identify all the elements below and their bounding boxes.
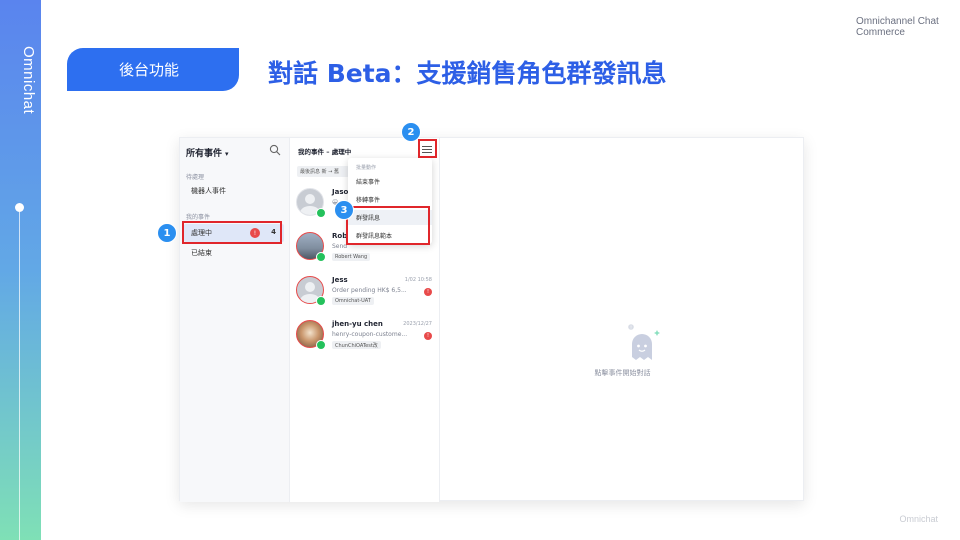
progress-dot bbox=[15, 203, 24, 212]
ghost-illustration-icon: ! bbox=[628, 324, 660, 360]
empty-state-text: 點擊事件開始對話 bbox=[594, 369, 651, 377]
conversation-name: Jess bbox=[332, 276, 348, 284]
assignee-tag: ChunChiOATest改 bbox=[332, 341, 381, 349]
brand-sidebar: Omnichat bbox=[0, 0, 41, 540]
menu-header: 批量動作 bbox=[356, 165, 377, 171]
list-item[interactable]: Jess 1/02 10:58 Order pending HK$ 6,5...… bbox=[294, 272, 436, 316]
alert-badge: ! bbox=[424, 288, 432, 296]
progress-line bbox=[19, 212, 20, 540]
event-sidebar: 所有事件 ▾ 待處理 機器人事件 我的事件 處理中 ! 4 已結束 bbox=[180, 138, 290, 502]
line-channel-icon bbox=[316, 252, 326, 262]
menu-item-transfer-event[interactable]: 移轉事件 bbox=[348, 192, 432, 207]
chat-empty-state: ! 點擊事件開始對話 bbox=[440, 138, 805, 502]
footer-brand: Omnichat bbox=[899, 514, 938, 524]
assignee-tag: Omnichat-UAT bbox=[332, 297, 374, 305]
step-marker-3: 3 bbox=[334, 200, 354, 220]
highlight-broadcast-items bbox=[346, 206, 430, 245]
line-channel-icon bbox=[316, 340, 326, 350]
chevron-down-icon: ▾ bbox=[225, 150, 229, 158]
page-title: 對話 Beta：支援銷售角色群發訊息 bbox=[268, 59, 667, 88]
line-channel-icon bbox=[316, 296, 326, 306]
search-icon[interactable] bbox=[269, 144, 281, 156]
conversation-name: jhen-yu chen bbox=[332, 320, 383, 328]
list-item[interactable]: jhen-yu chen 2023/12/27 henry-coupon-cus… bbox=[294, 316, 436, 360]
conversation-name: Jaso bbox=[332, 188, 349, 196]
highlight-in-progress bbox=[182, 221, 282, 244]
sidebar-item-bot-events[interactable]: 機器人事件 bbox=[184, 182, 284, 200]
omnichat-logo: Omnichat bbox=[20, 46, 37, 115]
menu-item-close-event[interactable]: 結束事件 bbox=[348, 174, 432, 189]
step-marker-1: 1 bbox=[157, 223, 177, 243]
conversation-time: 2023/12/27 bbox=[403, 321, 432, 327]
conversation-preview: henry-coupon-custome... bbox=[332, 331, 408, 338]
sort-chip[interactable]: 最後訊息 新 → 舊 bbox=[297, 166, 349, 177]
conversation-preview: Order pending HK$ 6,5... bbox=[332, 287, 407, 294]
event-filter-label: 所有事件 bbox=[186, 149, 223, 159]
alert-badge: ! bbox=[424, 332, 432, 340]
group-label-my-events: 我的事件 bbox=[186, 214, 211, 221]
section-label: 後台功能 bbox=[67, 48, 239, 91]
event-filter-dropdown[interactable]: 所有事件 ▾ bbox=[186, 146, 229, 159]
highlight-menu-icon bbox=[418, 139, 437, 158]
assignee-tag: Robert Wang bbox=[332, 253, 371, 261]
line-channel-icon bbox=[316, 208, 326, 218]
sidebar-item-label: 已結束 bbox=[191, 249, 212, 257]
sidebar-item-label: 機器人事件 bbox=[191, 187, 226, 195]
list-title: 我的事件 – 處理中 bbox=[298, 148, 352, 156]
app-screenshot: 所有事件 ▾ 待處理 機器人事件 我的事件 處理中 ! 4 已結束 我的事件 – … bbox=[179, 137, 805, 502]
step-marker-2: 2 bbox=[401, 122, 421, 142]
sidebar-item-closed[interactable]: 已結束 bbox=[184, 244, 284, 262]
svg-text:!: ! bbox=[630, 325, 632, 331]
corner-tagline: Omnichannel Chat Commerce bbox=[856, 16, 939, 38]
group-label-pending: 待處理 bbox=[186, 174, 205, 181]
conversation-time: 1/02 10:58 bbox=[404, 277, 432, 283]
